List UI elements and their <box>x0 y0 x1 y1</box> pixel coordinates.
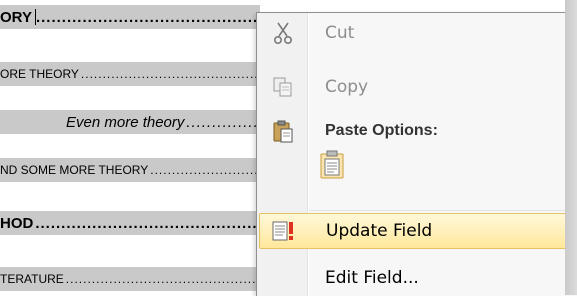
window-edge <box>565 0 577 295</box>
menu-item-label: Update Field <box>326 221 433 241</box>
menu-item-copy[interactable]: Copy <box>259 69 576 105</box>
toc-entry[interactable]: ND SOME MORE THEORY.....................… <box>0 158 260 182</box>
toc-leader-dots: ........................................… <box>150 163 260 177</box>
toc-entry-text: ND SOME MORE THEORY <box>0 163 149 177</box>
menu-item-update-field[interactable]: Update Field <box>259 213 576 249</box>
paste-keep-text-only-icon <box>319 149 345 184</box>
menu-item-edit-field[interactable]: Edit Field... <box>259 260 576 296</box>
toc-entry[interactable]: ORE THEORY..............................… <box>0 62 260 86</box>
menu-item-label: Cut <box>325 23 355 43</box>
toc-entry[interactable]: HOD.....................................… <box>0 211 260 235</box>
toc-leader-dots: ........................................… <box>65 272 260 286</box>
toc-entry-text: Even more theory <box>66 113 185 131</box>
toc-leader-dots: ........................................… <box>80 67 260 81</box>
toc-leader-dots: ........................................… <box>186 113 260 131</box>
update-field-icon <box>260 219 308 243</box>
icon-gutter <box>257 13 308 296</box>
toc-entry[interactable]: ORY.....................................… <box>0 5 260 29</box>
toc-leader-dots: ........................................… <box>35 8 260 26</box>
menu-item-cut[interactable]: Cut <box>259 15 576 51</box>
paste-options-label: Paste Options: <box>325 122 438 139</box>
copy-icon <box>259 76 307 98</box>
menu-separator <box>309 210 574 211</box>
context-menu: Cut Copy Paste Options: Update Field Edi… <box>256 12 577 296</box>
toc-entry-text: TERATURE <box>0 272 64 286</box>
toc-leader-dots: ........................................… <box>35 214 260 232</box>
toc-entry-text: ORY <box>0 8 32 26</box>
paste-keep-text-only-button[interactable] <box>317 150 347 182</box>
menu-item-label: Edit Field... <box>325 268 419 288</box>
toc-entry-text: HOD <box>0 214 34 232</box>
toc-entry-text: ORE THEORY <box>0 67 79 81</box>
menu-item-label: Copy <box>325 77 369 97</box>
clipboard-icon <box>271 119 295 148</box>
toc-entry[interactable]: Even more theory........................… <box>0 110 260 134</box>
toc-entry[interactable]: TERATURE................................… <box>0 267 260 291</box>
scissors-icon <box>259 21 307 45</box>
paste-options-heading: Paste Options: <box>309 116 574 146</box>
